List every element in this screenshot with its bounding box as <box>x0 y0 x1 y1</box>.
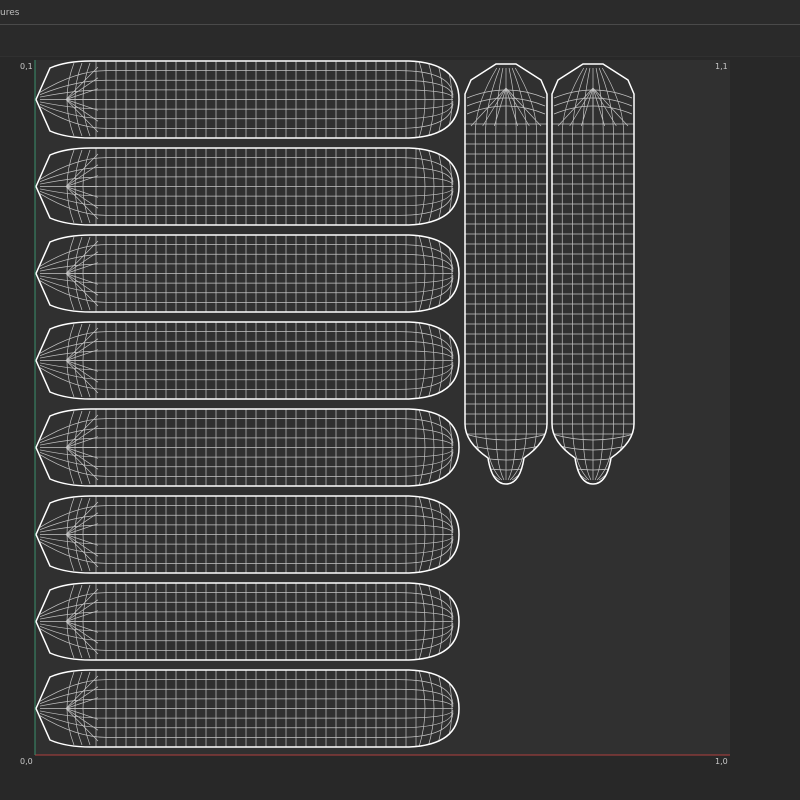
uv-label-bottom-left: 0,0 <box>20 757 33 766</box>
uv-label-top-right: 1,1 <box>715 62 728 71</box>
uv-canvas[interactable] <box>0 0 800 800</box>
uv-label-bottom-right: 1,0 <box>715 757 728 766</box>
uv-label-top-left: 0,1 <box>20 62 33 71</box>
